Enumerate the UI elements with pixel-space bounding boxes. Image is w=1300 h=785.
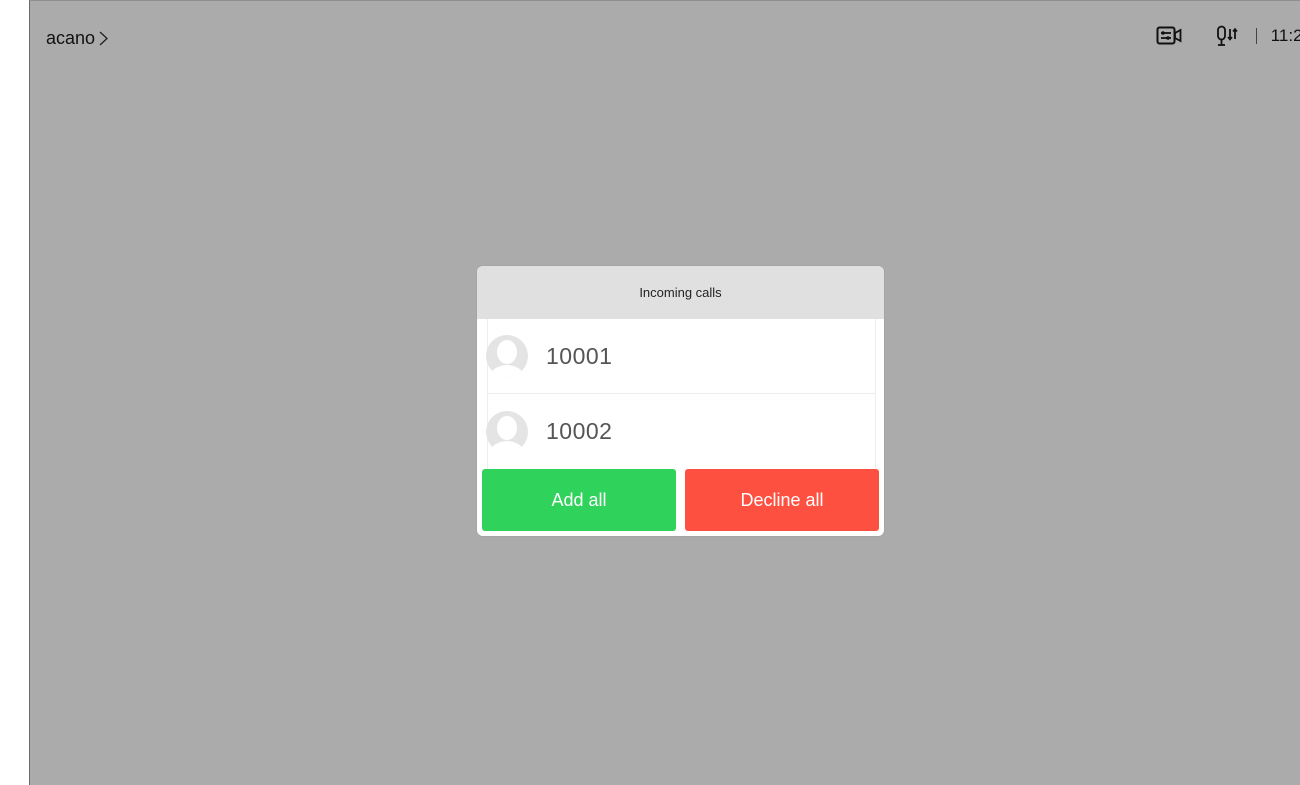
decline-all-button[interactable]: Decline all	[685, 469, 879, 531]
dialog-header: Incoming calls	[477, 266, 884, 319]
microphone-levels-icon[interactable]	[1216, 25, 1238, 47]
clock: 11:27	[1270, 26, 1300, 45]
call-screen: acano 11: Incoming calls 10001 10002 Add…	[29, 0, 1300, 785]
call-number: 10001	[546, 342, 613, 369]
chevron-right-icon	[99, 31, 109, 46]
self-view-icon[interactable]	[1156, 25, 1182, 47]
list-item[interactable]: 10001	[486, 319, 875, 394]
top-bar: acano 11:	[30, 1, 1300, 79]
status-area: 11:27	[1156, 25, 1300, 47]
add-all-button[interactable]: Add all	[482, 469, 676, 531]
dialog-actions: Add all Decline all	[482, 469, 879, 531]
incoming-calls-dialog: Incoming calls 10001 10002 Add all Decli…	[477, 266, 884, 536]
status-divider	[1255, 28, 1257, 44]
call-list: 10001 10002	[486, 319, 876, 469]
list-item[interactable]: 10002	[486, 394, 875, 469]
person-avatar-icon	[486, 335, 528, 377]
person-avatar-icon	[486, 410, 528, 453]
call-number: 10002	[546, 418, 613, 444]
dialog-title: Incoming calls	[639, 285, 722, 300]
breadcrumb[interactable]: acano	[46, 28, 109, 49]
breadcrumb-label: acano	[46, 28, 96, 48]
